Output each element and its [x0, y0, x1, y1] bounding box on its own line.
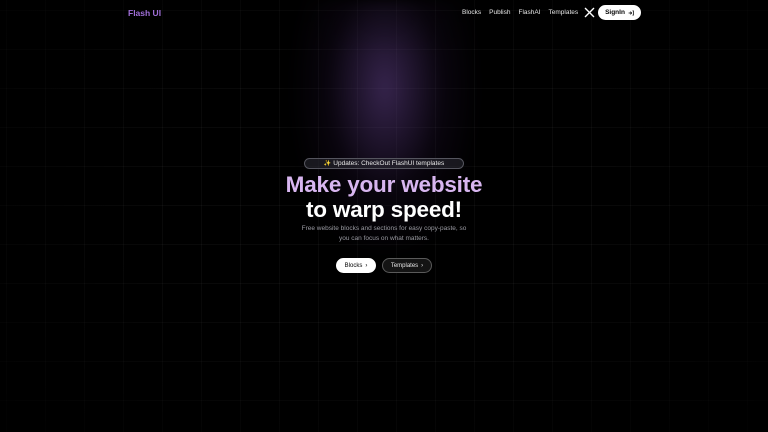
headline-line-1: Make your website	[285, 172, 483, 197]
badge-text: Updates: CheckOut FlashUI templates	[333, 160, 445, 167]
templates-button-label: Templates	[390, 262, 419, 269]
signin-label: SignIn	[605, 9, 625, 16]
login-arrow-icon	[628, 10, 634, 15]
hero-headline: Make your website to warp speed!	[0, 172, 768, 222]
top-navbar: Flash UI Blocks Publish FlashAI Template…	[0, 0, 768, 28]
x-logo-icon[interactable]	[584, 7, 595, 18]
nav-link-blocks[interactable]: Blocks	[462, 9, 481, 16]
blocks-button-label: Blocks	[344, 262, 363, 269]
logo[interactable]: Flash UI	[128, 8, 161, 18]
sparkle-icon: ✨	[323, 161, 332, 167]
signin-button[interactable]: SignIn	[598, 5, 641, 20]
updates-badge[interactable]: ✨ Updates: CheckOut FlashUI templates	[304, 158, 464, 169]
hero-subtitle: Free website blocks and sections for eas…	[301, 225, 467, 242]
hero-buttons: Blocks › Templates ›	[0, 258, 768, 274]
blocks-button[interactable]: Blocks ›	[336, 258, 376, 273]
nav-link-flashai[interactable]: FlashAI	[518, 9, 540, 16]
chevron-right-icon: ›	[421, 262, 424, 269]
headline-line-2: to warp speed!	[306, 197, 462, 222]
nav-link-templates[interactable]: Templates	[549, 9, 579, 16]
chevron-right-icon: ›	[365, 262, 368, 269]
templates-button[interactable]: Templates ›	[382, 258, 432, 273]
nav-link-publish[interactable]: Publish	[489, 9, 510, 16]
nav-links: Blocks Publish FlashAI Templates	[462, 9, 578, 16]
